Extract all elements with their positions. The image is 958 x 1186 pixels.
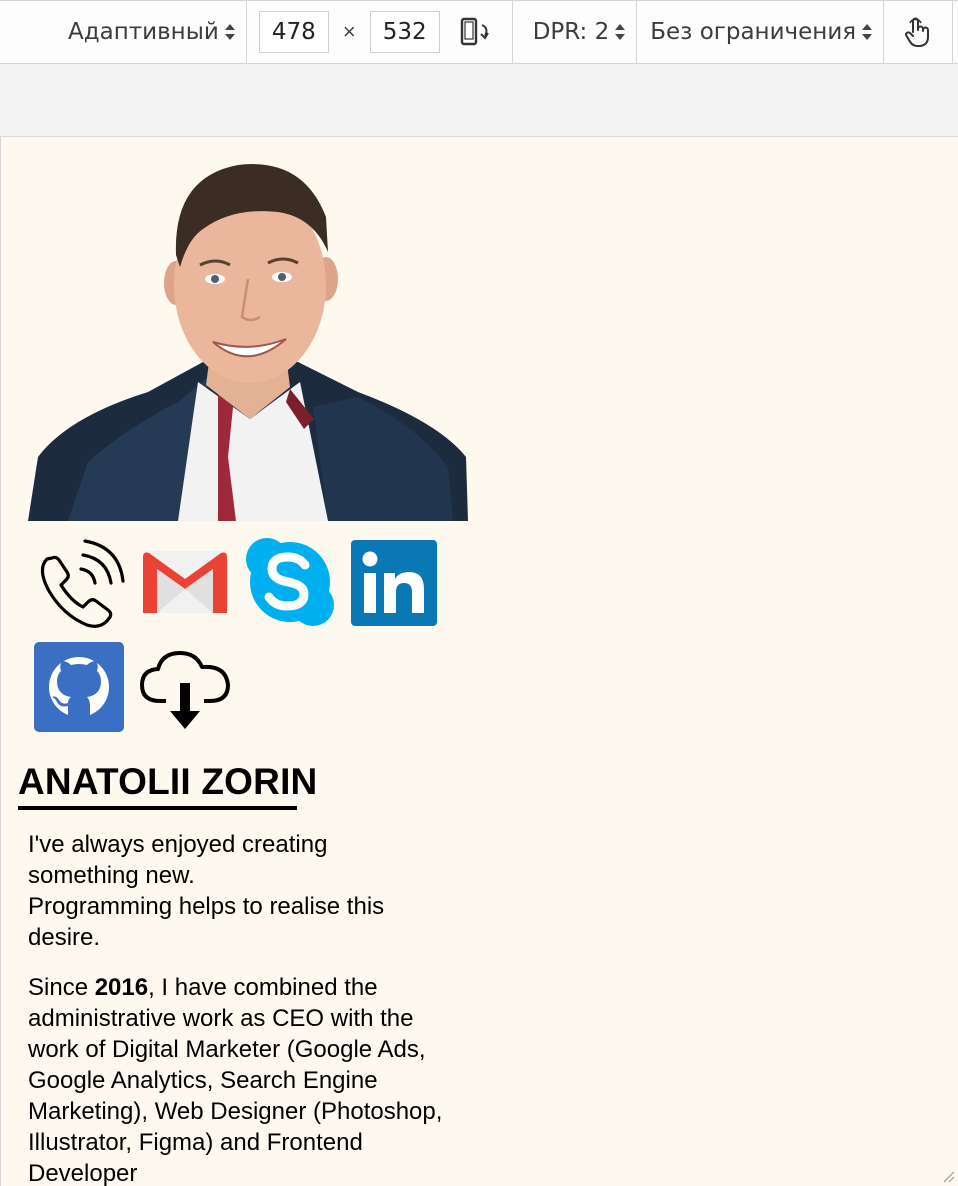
touch-toggle-button[interactable] (884, 0, 952, 64)
rotate-button[interactable] (440, 0, 512, 64)
device-select[interactable]: Адаптивный (68, 0, 236, 64)
profile-name: ANATOLII ZORIN (18, 761, 318, 802)
gmail-link[interactable] (141, 547, 229, 620)
dpr-select[interactable]: DPR: 2 (533, 0, 627, 64)
skype-icon (246, 538, 334, 626)
bio-text-rest: , I have combined the administrative wor… (28, 974, 443, 1186)
phone-icon (40, 539, 125, 628)
intro-line: I've always enjoyed creating (28, 831, 328, 858)
times-sign: × (342, 19, 356, 44)
updown-arrows-icon (224, 21, 236, 43)
throttle-select[interactable]: Без ограничения (650, 0, 873, 64)
toolbar-divider (952, 0, 954, 64)
profile-photo (28, 157, 468, 521)
toolbar-divider (511, 0, 513, 64)
width-input[interactable]: 478 (258, 11, 329, 53)
intro-line: something new. (28, 862, 195, 889)
intro-line: desire. (28, 924, 101, 951)
resize-handle-icon[interactable] (941, 1169, 955, 1183)
device-select-label: Адаптивный (68, 19, 219, 45)
bio-text-start: Since (28, 974, 95, 1001)
device-toolbar: Адаптивный 478 × 532 DPR: 2 Без ограниче… (0, 0, 958, 64)
phone-link[interactable] (33, 537, 125, 634)
download-cv-link[interactable] (138, 649, 232, 738)
updown-arrows-icon (614, 21, 626, 43)
bio-paragraph: Since 2016, I have combined the administ… (28, 972, 468, 1186)
gmail-icon (143, 551, 227, 613)
touch-hand-icon (905, 17, 930, 47)
github-link[interactable] (34, 642, 124, 737)
dpr-select-label: DPR: 2 (532, 19, 610, 45)
linkedin-link[interactable] (351, 540, 437, 631)
height-input[interactable]: 532 (369, 11, 440, 53)
bio-year: 2016 (94, 974, 149, 1001)
updown-arrows-icon (861, 21, 873, 43)
linkedin-icon (351, 540, 437, 626)
skype-link[interactable] (245, 537, 335, 632)
intro-line: Programming helps to realise this (28, 893, 385, 920)
page-viewport: ANATOLII ZORIN I've always enjoyed creat… (0, 137, 958, 1186)
cloud-download-icon (140, 651, 230, 729)
throttle-select-label: Без ограничения (650, 19, 857, 45)
intro-paragraph: I've always enjoyed creating something n… (28, 829, 468, 953)
profile-photo-illustration (28, 164, 468, 521)
toolbar-divider (245, 0, 247, 64)
toolbar-spacer-band (0, 64, 958, 137)
name-underline (18, 806, 297, 810)
github-icon (34, 642, 124, 732)
rotate-device-icon (460, 17, 489, 46)
toolbar-divider (636, 0, 638, 64)
